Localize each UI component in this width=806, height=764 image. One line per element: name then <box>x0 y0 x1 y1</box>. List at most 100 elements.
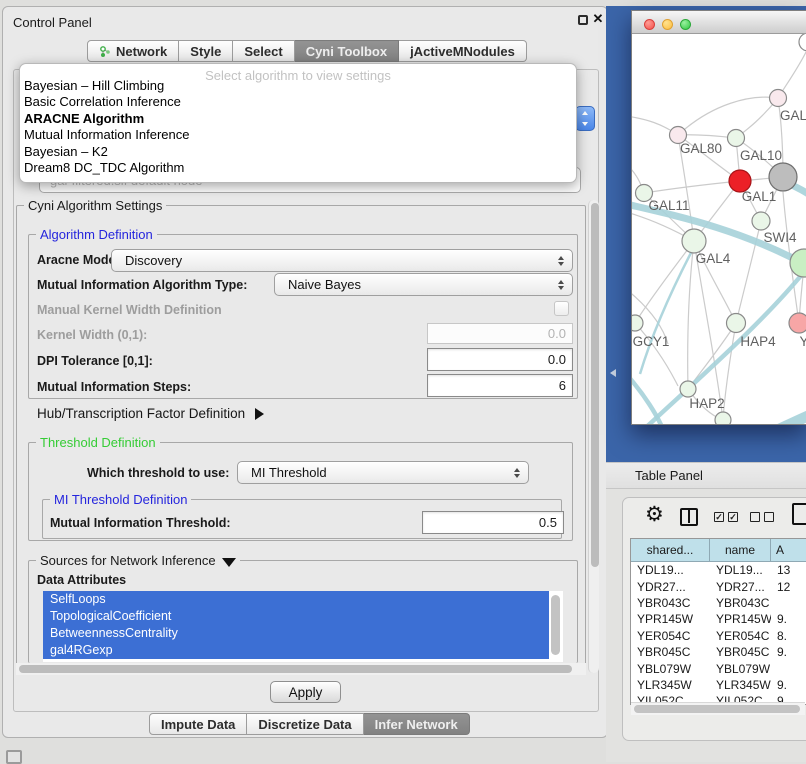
tab-infer-network[interactable]: Infer Network <box>364 713 470 735</box>
tab-jactivemnodules[interactable]: jActiveMNodules <box>399 40 527 62</box>
network-edge-highlighted[interactable] <box>767 407 806 424</box>
table-hscrollbar[interactable] <box>634 705 800 713</box>
kernel-width-field[interactable]: 0.0 <box>427 323 573 344</box>
table-row[interactable]: YBR043CYBR043C <box>631 595 806 611</box>
algorithm-combo-stepper[interactable] <box>575 106 595 131</box>
splitter-collapse-icon[interactable] <box>610 369 616 377</box>
node-label: GAL4 <box>696 251 731 266</box>
network-view-window[interactable]: GALGAL80GAL10GAL1GAL11SWI4GAL4GCY1HAP4YH… <box>631 10 806 425</box>
network-node[interactable] <box>799 34 806 51</box>
checkbox-unchecked-icon[interactable] <box>764 512 774 522</box>
minimize-traffic-light-icon[interactable] <box>662 19 673 30</box>
float-window-icon[interactable] <box>578 15 588 25</box>
algorithm-option[interactable]: Bayesian – K2 <box>24 144 108 160</box>
attribute-item[interactable]: TopologicalCoefficient <box>43 608 549 625</box>
column-header[interactable]: name <box>710 539 771 562</box>
manual-kernel-checkbox[interactable] <box>554 301 569 316</box>
control-panel-window: Control Panel ✕ NetworkStyleSelectCyni T… <box>2 6 608 738</box>
mi-type-value: Naive Bayes <box>288 277 361 292</box>
checkbox-checked-icon[interactable]: ✓ <box>728 512 738 522</box>
network-node[interactable] <box>769 163 797 191</box>
algorithm-option[interactable]: Basic Correlation Inference <box>24 94 181 110</box>
checkbox-unchecked-icon[interactable] <box>750 512 760 522</box>
aracne-mode-combo[interactable]: Discovery <box>111 249 573 272</box>
table-cell: YLR345W <box>710 677 771 693</box>
list-scrollbar[interactable] <box>551 595 560 655</box>
cyni-settings-legend: Cyni Algorithm Settings <box>24 198 166 213</box>
table-cell: YDR27... <box>631 578 710 594</box>
network-window-titlebar[interactable] <box>632 11 806 34</box>
tab-style[interactable]: Style <box>179 40 233 62</box>
table-cell: YPR145W <box>710 611 771 627</box>
tab-network[interactable]: Network <box>87 40 179 62</box>
table-cell: YDL19... <box>710 562 771 578</box>
screen: { "window": { "title": "Control Panel", … <box>0 0 806 762</box>
node-label: GAL1 <box>742 189 777 204</box>
network-edge[interactable] <box>723 323 736 420</box>
mi-threshold-field[interactable]: 0.5 <box>422 511 564 534</box>
attribute-item[interactable]: BetweennessCentrality <box>43 625 549 642</box>
table-cell: YBL079W <box>631 660 710 676</box>
table-cell: 13 <box>771 562 806 578</box>
network-node[interactable] <box>728 130 745 147</box>
which-threshold-label: Which threshold to use: <box>87 466 229 480</box>
tab-cyni-toolbox[interactable]: Cyni Toolbox <box>295 40 399 62</box>
tab-select[interactable]: Select <box>233 40 294 62</box>
network-node[interactable] <box>752 212 770 230</box>
network-node[interactable] <box>632 315 643 331</box>
mi-steps-field[interactable]: 6 <box>427 374 573 397</box>
algorithm-option[interactable]: ARACNE Algorithm <box>24 111 144 127</box>
document-icon[interactable] <box>792 503 806 525</box>
tab-discretize-data[interactable]: Discretize Data <box>247 713 363 735</box>
attribute-item[interactable]: gal4RGexp <box>43 642 549 659</box>
zoom-traffic-light-icon[interactable] <box>680 19 691 30</box>
network-edge[interactable] <box>635 323 678 386</box>
tab-impute-data[interactable]: Impute Data <box>149 713 247 735</box>
table-row[interactable]: YBR045CYBR045C9. <box>631 644 806 660</box>
settings-hscrollbar[interactable] <box>19 665 572 673</box>
algorithm-option[interactable]: Mutual Information Inference <box>24 127 189 143</box>
gear-icon[interactable]: ⚙ <box>645 504 664 525</box>
network-edge[interactable] <box>694 241 723 420</box>
kernel-width-value: 0.0 <box>548 326 566 341</box>
settings-hscrollbar-track[interactable] <box>16 663 586 675</box>
network-node[interactable] <box>727 314 746 333</box>
node-table[interactable]: shared...nameAYDL19...YDL19...13YDR27...… <box>630 538 806 705</box>
network-edge[interactable] <box>688 241 694 389</box>
network-edge[interactable] <box>644 181 740 193</box>
mi-type-combo[interactable]: Naive Bayes <box>274 273 573 296</box>
algorithm-option[interactable]: Dream8 DC_TDC Algorithm <box>24 160 184 176</box>
table-row[interactable]: YBL079WYBL079W <box>631 660 806 676</box>
close-icon[interactable]: ✕ <box>591 11 605 27</box>
columns-icon[interactable] <box>680 508 698 526</box>
apply-button[interactable]: Apply <box>270 681 341 703</box>
table-cell: 12 <box>771 578 806 594</box>
network-node[interactable] <box>682 229 706 253</box>
settings-vscrollbar[interactable] <box>591 203 599 567</box>
network-node[interactable] <box>715 412 731 424</box>
column-header[interactable]: shared... <box>631 539 710 562</box>
network-node[interactable] <box>789 313 806 333</box>
aracne-mode-value: Discovery <box>125 253 182 268</box>
hub-definition-toggle[interactable]: Hub/Transcription Factor Definition <box>37 406 264 421</box>
table-row[interactable]: YPR145WYPR145W9. <box>631 611 806 627</box>
algorithm-option[interactable]: Bayesian – Hill Climbing <box>24 78 164 94</box>
mi-type-label: Mutual Information Algorithm Type: <box>37 278 247 292</box>
network-edge[interactable] <box>678 97 778 135</box>
table-row[interactable]: YDR27...YDR27...12 <box>631 578 806 594</box>
table-row[interactable]: YLR345WYLR345W9. <box>631 677 806 693</box>
column-header[interactable]: A <box>771 539 806 562</box>
network-node[interactable] <box>770 90 787 107</box>
which-threshold-combo[interactable]: MI Threshold <box>237 461 529 484</box>
dpi-tolerance-field[interactable]: 0.0 <box>427 348 573 371</box>
table-row[interactable]: YER054CYER054C8. <box>631 628 806 644</box>
checkbox-checked-icon[interactable]: ✓ <box>714 512 724 522</box>
table-row[interactable]: YDL19...YDL19...13 <box>631 562 806 578</box>
network-node[interactable] <box>680 381 696 397</box>
attribute-item[interactable]: SelfLoops <box>43 591 549 608</box>
table-cell: YER054C <box>710 628 771 644</box>
network-canvas[interactable]: GALGAL80GAL10GAL1GAL11SWI4GAL4GCY1HAP4YH… <box>632 34 806 424</box>
aracne-mode-label: Aracne Mode: <box>37 253 120 267</box>
settings-vscrollbar-track[interactable] <box>588 200 599 673</box>
close-traffic-light-icon[interactable] <box>644 19 655 30</box>
